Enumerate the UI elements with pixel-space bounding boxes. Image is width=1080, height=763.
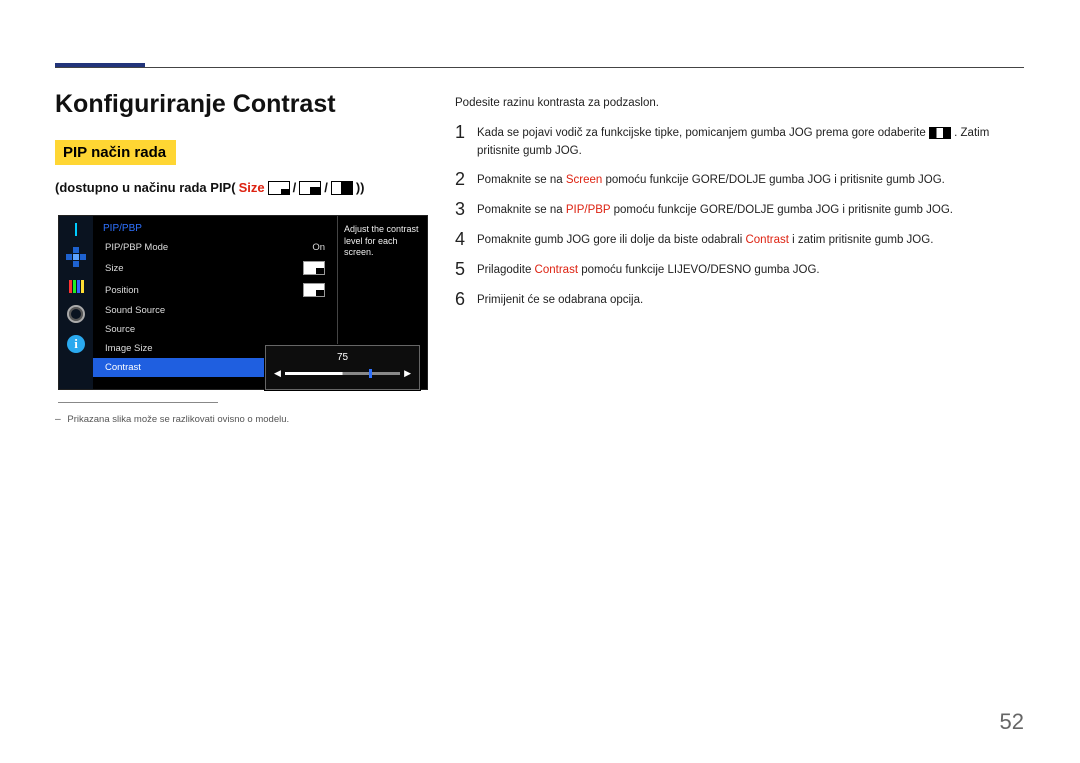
pip-size-icon-medium [299, 181, 321, 195]
osd-nav: i [59, 216, 93, 389]
header-rule [55, 67, 1024, 68]
page-title: Konfiguriranje Contrast [55, 90, 336, 119]
osd-row-position[interactable]: Position [93, 279, 337, 301]
step-4: 4 Pomaknite gumb JOG gore ili dolje da b… [455, 230, 1022, 250]
osd-label: Position [105, 285, 139, 296]
availability-sep: / [324, 180, 328, 195]
osd-label: PIP/PBP Mode [105, 242, 168, 253]
step-text: Kada se pojavi vodič za funkcijske tipke… [477, 123, 1022, 161]
step-number: 6 [455, 290, 477, 310]
step-number: 1 [455, 123, 477, 161]
availability-prefix: (dostupno u načinu rada PIP( [55, 180, 236, 195]
instructions: Podesite razinu kontrasta za podzaslon. … [455, 95, 1022, 320]
osd-label: Image Size [105, 343, 153, 354]
footnote-dash: ― [55, 414, 61, 425]
osd-row-source[interactable]: Source [93, 320, 337, 339]
dpad-icon [66, 247, 86, 267]
osd-value: On [312, 242, 325, 253]
step-3: 3 Pomaknite se na PIP/PBP pomoću funkcij… [455, 200, 1022, 220]
step-number: 2 [455, 170, 477, 190]
monitor-icon [75, 223, 77, 236]
header-accent [55, 63, 145, 67]
step-text: Pomaknite gumb JOG gore ili dolje da bis… [477, 230, 1022, 250]
mode-heading: PIP način rada [55, 140, 176, 165]
info-icon: i [67, 335, 85, 353]
osd-label: Source [105, 324, 135, 335]
step-text: Pomaknite se na Screen pomoću funkcije G… [477, 170, 1022, 190]
color-bars-icon [69, 279, 84, 293]
step-number: 3 [455, 200, 477, 220]
availability-size: Size [239, 180, 265, 195]
step-number: 4 [455, 230, 477, 250]
osd-row-size[interactable]: Size [93, 257, 337, 279]
intro-text: Podesite razinu kontrasta za podzaslon. [455, 95, 1022, 113]
step-1: 1 Kada se pojavi vodič za funkcijske tip… [455, 123, 1022, 161]
step-text: Prilagodite Contrast pomoću funkcije LIJ… [477, 260, 1022, 280]
footnote-text: Prikazana slika može se razlikovati ovis… [67, 414, 289, 425]
slider-right-arrow-icon[interactable]: ▶ [404, 368, 411, 379]
step-text: Primijenit će se odabrana opcija. [477, 290, 1022, 310]
step-2: 2 Pomaknite se na Screen pomoću funkcije… [455, 170, 1022, 190]
pip-preview-icon [303, 261, 325, 275]
pip-size-icon-small [268, 181, 290, 195]
slider-left-arrow-icon[interactable]: ◀ [274, 368, 281, 379]
step-5: 5 Prilagodite Contrast pomoću funkcije L… [455, 260, 1022, 280]
step-number: 5 [455, 260, 477, 280]
availability-sep: / [293, 180, 297, 195]
osd-key-icon [929, 127, 951, 139]
slider-value: 75 [274, 352, 411, 363]
pip-size-icon-large [331, 181, 353, 195]
osd-label: Contrast [105, 362, 141, 373]
step-text: Pomaknite se na PIP/PBP pomoću funkcije … [477, 200, 1022, 220]
slider-track[interactable]: ◀ ▶ [274, 368, 411, 379]
osd-label: Sound Source [105, 305, 165, 316]
availability-suffix: )) [356, 180, 365, 195]
slider-bar[interactable] [285, 372, 400, 375]
gear-icon [67, 305, 85, 323]
osd-row-sound[interactable]: Sound Source [93, 301, 337, 320]
availability-note: (dostupno u načinu rada PIP( Size / / )) [55, 180, 365, 195]
page-number: 52 [1000, 709, 1024, 735]
osd-row-pipmode[interactable]: PIP/PBP Mode On [93, 238, 337, 257]
step-6: 6 Primijenit će se odabrana opcija. [455, 290, 1022, 310]
osd-section-title: PIP/PBP [93, 221, 337, 238]
footnote: ― Prikazana slika može se razlikovati ov… [55, 414, 289, 425]
footnote-rule [58, 402, 218, 403]
contrast-slider-popup: 75 ◀ ▶ [265, 345, 420, 390]
pip-preview-icon [303, 283, 325, 297]
osd-label: Size [105, 263, 123, 274]
